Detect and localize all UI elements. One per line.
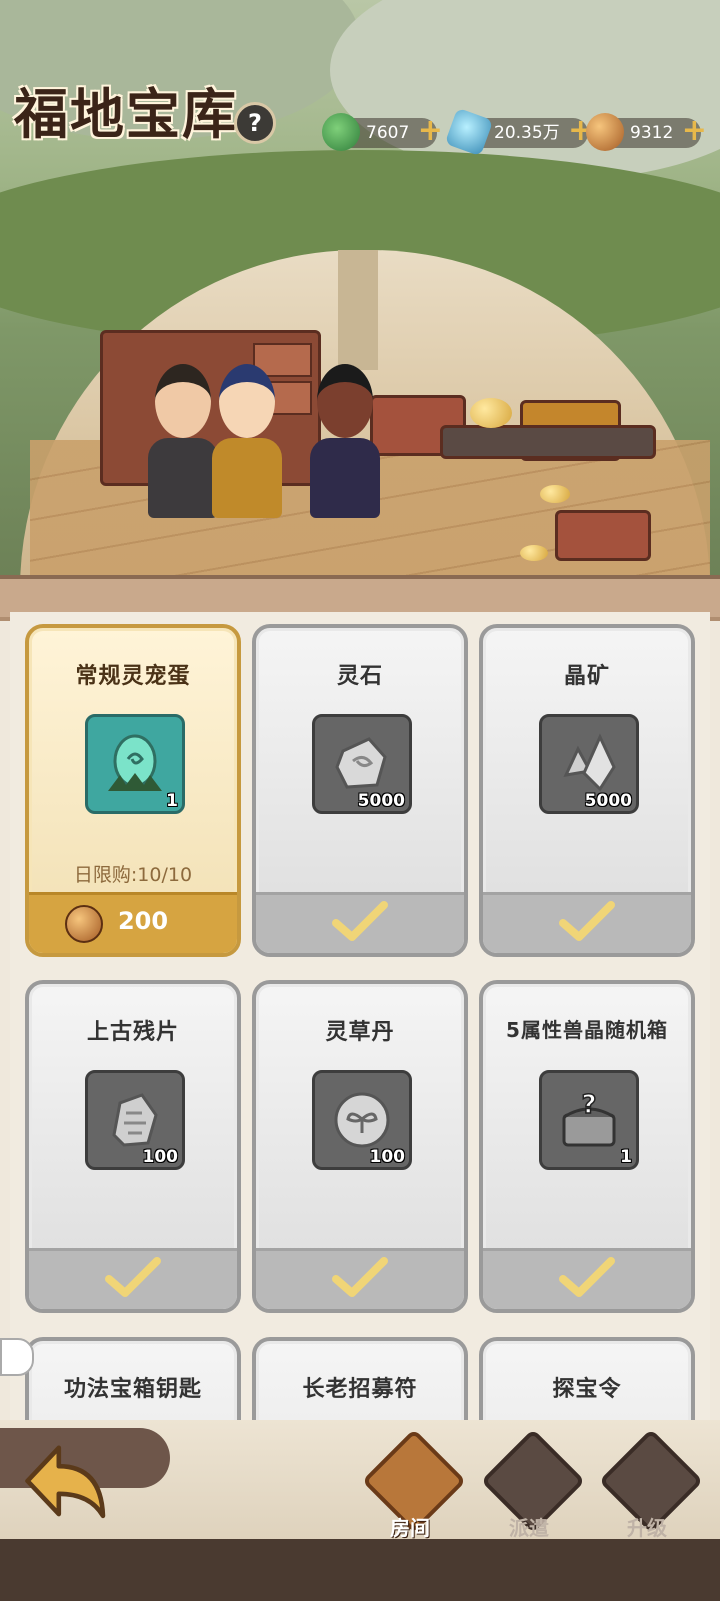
check-icon (332, 1257, 388, 1297)
mystery-chest-icon: ? (562, 1089, 616, 1147)
svg-text:?: ? (581, 1090, 596, 1120)
shop-card-mystery-chest[interactable]: 5属性兽晶随机箱 ? 1 (479, 980, 695, 1313)
card-title: 晶矿 (563, 664, 610, 689)
character-head (155, 364, 211, 438)
item-slot: 5000 (312, 714, 412, 814)
gold-pile (470, 398, 512, 428)
gold-coin (540, 485, 570, 503)
purchased-bar (29, 1248, 237, 1309)
item-slot: ? 1 (539, 1070, 639, 1170)
card-title: 灵草丹 (325, 1020, 395, 1045)
purchased-bar (256, 1248, 464, 1309)
treasury-scene: 福地宝库 ? 7607 + 20.35万 + 9312 + (0, 0, 720, 600)
spirit-stone-amount: 20.35万 (494, 123, 560, 143)
purchased-bar (483, 892, 691, 953)
coin-plus-button[interactable]: + (681, 114, 707, 148)
card-title: 长老招募符 (302, 1377, 418, 1402)
spirit-stone-item-icon (335, 737, 387, 789)
card-title: 5属性兽晶随机箱 (506, 1018, 668, 1042)
character-head (317, 364, 373, 438)
item-quantity: 100 (369, 1147, 406, 1167)
tab-upgrade[interactable]: 升级 (598, 1428, 704, 1550)
shop-card-elder-recruit[interactable]: 长老招募符 (252, 1337, 468, 1427)
coin-resource: 9312 + (586, 113, 707, 151)
character-body (148, 438, 218, 518)
price-value: 200 (117, 907, 169, 935)
card-title: 上古残片 (86, 1020, 179, 1045)
card-title: 灵石 (336, 664, 383, 689)
card-title: 探宝令 (552, 1377, 622, 1402)
jade-amount: 7607 (366, 123, 410, 143)
shop-card-crystal-ore[interactable]: 晶矿 5000 (479, 624, 695, 957)
purchased-bar (256, 892, 464, 953)
shop-panel: 常规灵宠蛋 1 日限购:10/10 200 灵石 5000 晶矿 5000 上古… (10, 612, 710, 1427)
shop-card-pet-egg[interactable]: 常规灵宠蛋 1 日限购:10/10 200 (25, 624, 241, 957)
shop-card-herb-pill[interactable]: 灵草丹 100 (252, 980, 468, 1313)
character-head (219, 364, 275, 438)
tab-room[interactable]: 房间 (361, 1428, 467, 1550)
back-arrow-icon (25, 1445, 106, 1519)
page-title-box: 福地宝库 (14, 70, 238, 149)
character-elder (148, 364, 218, 518)
item-quantity: 1 (620, 1147, 632, 1167)
check-icon (105, 1257, 161, 1297)
check-icon (332, 901, 388, 941)
ancient-fragment-icon (112, 1093, 158, 1147)
purchased-bar (483, 1248, 691, 1309)
character-blue-hair (212, 364, 282, 518)
item-quantity: 100 (142, 1147, 179, 1167)
tab-label: 房间 (390, 1516, 430, 1540)
character-body (212, 438, 282, 518)
help-button[interactable]: ? (234, 102, 276, 144)
item-quantity: 1 (166, 791, 178, 811)
bench (440, 425, 656, 459)
tab-label: 升级 (627, 1516, 667, 1540)
tab-dispatch[interactable]: 派遣 (480, 1428, 586, 1550)
shop-card-spirit-stone[interactable]: 灵石 5000 (252, 624, 468, 957)
item-slot: 1 (85, 714, 185, 814)
spirit-stone-resource: 20.35万 + (444, 107, 593, 157)
gold-coin (520, 545, 548, 561)
item-quantity: 5000 (357, 791, 405, 811)
item-slot: 100 (85, 1070, 185, 1170)
tab-label: 派遣 (509, 1516, 549, 1540)
item-slot: 100 (312, 1070, 412, 1170)
item-quantity: 5000 (584, 791, 632, 811)
shop-card-ancient-fragment[interactable]: 上古残片 100 (25, 980, 241, 1313)
copper-coin-icon (586, 113, 624, 151)
jade-plus-button[interactable]: + (417, 114, 443, 148)
page-title: 福地宝库 (14, 82, 238, 146)
jade-resource: 7607 + (322, 113, 443, 151)
coin-amount: 9312 (630, 123, 674, 143)
item-slot: 5000 (539, 714, 639, 814)
card-title: 常规灵宠蛋 (75, 664, 191, 689)
jade-icon (322, 113, 360, 151)
price-bar[interactable]: 200 (29, 892, 237, 953)
spirit-pet-egg-icon (108, 734, 162, 791)
check-icon (559, 1257, 615, 1297)
shop-card-treasure-token[interactable]: 探宝令 (479, 1337, 695, 1427)
cave-pillar (338, 250, 378, 370)
daily-limit: 日限购:10/10 (73, 864, 193, 886)
check-icon (559, 901, 615, 941)
character-body (310, 438, 380, 518)
closed-chest (555, 510, 651, 561)
chat-bubble-button[interactable] (0, 1338, 34, 1376)
character-dark-skin (310, 364, 380, 518)
shop-card-skill-key[interactable]: 功法宝箱钥匙 (25, 1337, 241, 1427)
card-title: 功法宝箱钥匙 (63, 1377, 202, 1402)
crystal-ore-icon (563, 733, 616, 792)
herb-pill-icon (334, 1092, 390, 1148)
back-button[interactable] (0, 1428, 170, 1548)
